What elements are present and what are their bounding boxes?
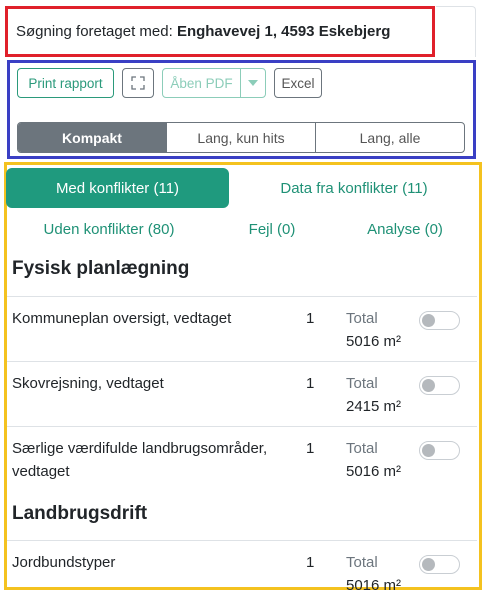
map-toggle[interactable] [419, 376, 460, 395]
row-label: Jordbundstyper [12, 554, 116, 571]
caret-down-icon [248, 80, 258, 86]
toggle-knob [422, 558, 435, 571]
tab-conflict-data[interactable]: Data fra konflikter (11) [240, 168, 468, 208]
toggle-knob [422, 444, 435, 457]
row-label: Skovrejsning, vedtaget [12, 375, 164, 392]
map-toggle[interactable] [419, 555, 460, 574]
view-mode-long-hits[interactable]: Lang, kun hits [166, 123, 315, 152]
open-pdf-label: Åben PDF [170, 75, 233, 91]
tab-errors[interactable]: Fejl (0) [232, 212, 312, 246]
row-total-label: Total [346, 375, 378, 392]
row-total-label: Total [346, 440, 378, 457]
row-total-label: Total [346, 554, 378, 571]
map-toggle[interactable] [419, 311, 460, 330]
print-report-button[interactable]: Print rapport [17, 68, 114, 98]
fullscreen-button[interactable] [122, 68, 154, 98]
row-count: 1 [306, 310, 315, 327]
row-label: Særlige værdifulde landbrugsområder, ved… [12, 440, 268, 480]
table-row: Kommuneplan oversigt, vedtaget 1 Total 5… [7, 296, 477, 362]
view-mode-long-all[interactable]: Lang, alle [315, 123, 464, 152]
map-toggle[interactable] [419, 441, 460, 460]
table-row: Særlige værdifulde landbrugsområder, ved… [7, 426, 477, 494]
row-total-value: 5016 m² [346, 333, 402, 350]
section-title-agriculture: Landbrugsdrift [12, 503, 148, 524]
section-title-physical-planning: Fysisk planlægning [12, 258, 190, 279]
view-mode-compact[interactable]: Kompakt [18, 123, 166, 152]
search-summary: Søgning foretaget med: Enghavevej 1, 459… [16, 23, 390, 40]
excel-button[interactable]: Excel [274, 68, 322, 98]
tab-analysis[interactable]: Analyse (0) [352, 212, 458, 246]
tab-with-conflicts[interactable]: Med konflikter (11) [6, 168, 229, 208]
row-total-value: 2415 m² [346, 398, 402, 415]
row-count: 1 [306, 375, 315, 392]
fullscreen-icon [131, 76, 145, 90]
pdf-dropdown-toggle[interactable] [240, 68, 266, 98]
toggle-knob [422, 379, 435, 392]
open-pdf-button[interactable]: Åben PDF [162, 68, 241, 98]
search-address: Enghavevej 1, 4593 Eskebjerg [176, 23, 391, 40]
row-count: 1 [306, 440, 315, 457]
row-count: 1 [306, 554, 315, 571]
row-total-value: 5016 m² [346, 463, 402, 480]
table-row: Jordbundstyper 1 Total 5016 m² [7, 540, 477, 590]
excel-label: Excel [281, 75, 315, 91]
row-total-label: Total [346, 310, 378, 327]
toggle-knob [422, 314, 435, 327]
search-panel-edge [436, 6, 476, 57]
print-report-label: Print rapport [28, 75, 103, 91]
row-label: Kommuneplan oversigt, vedtaget [12, 310, 232, 327]
view-mode-selector: Kompakt Lang, kun hits Lang, alle [17, 122, 465, 153]
table-row: Skovrejsning, vedtaget 1 Total 2415 m² [7, 361, 477, 427]
row-total-value: 5016 m² [346, 577, 402, 590]
search-prefix: Søgning foretaget med: [16, 23, 173, 40]
tab-without-conflicts[interactable]: Uden konflikter (80) [20, 212, 198, 246]
